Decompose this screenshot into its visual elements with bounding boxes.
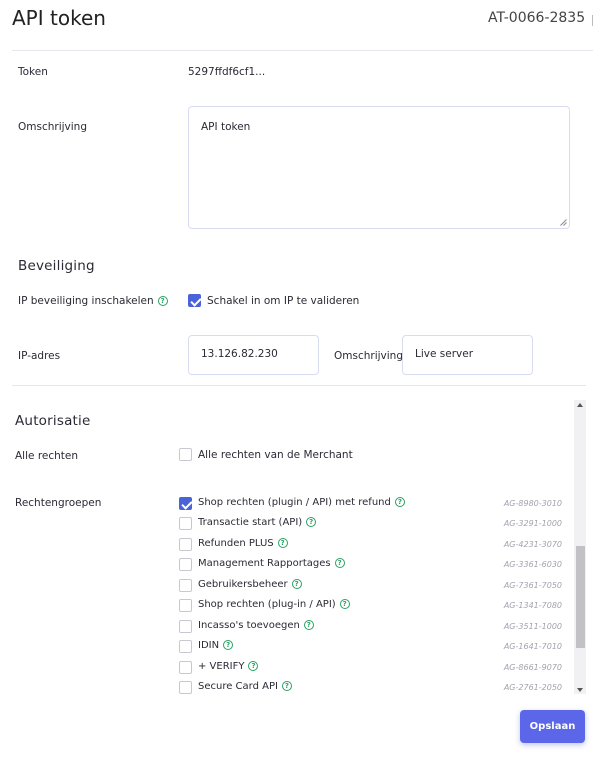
permission-row-verify[interactable]: + VERIFY? AG-8661-9070 [179, 660, 564, 676]
permission-row-user-management[interactable]: Gebruikersbeheer? AG-7361-7050 [179, 578, 564, 594]
question-circle-icon[interactable]: ? [339, 599, 350, 609]
permission-label-text: Refunden PLUS [198, 538, 274, 549]
question-circle-icon[interactable]: ? [334, 558, 345, 568]
permission-label: Shop rechten (plugin / API) met refund? [198, 497, 405, 508]
permission-label: Gebruikersbeheer? [198, 579, 302, 590]
permission-row-direct-debit[interactable]: Incasso's toevoegen? AG-3511-1000 [179, 619, 564, 635]
permission-row-secure-card-api[interactable]: Secure Card API? AG-2761-2050 [179, 680, 564, 696]
permission-label-text: Shop rechten (plug-in / API) [198, 599, 336, 610]
permission-checkbox[interactable] [179, 558, 192, 571]
save-button[interactable]: Opslaan [520, 710, 585, 743]
all-rights-checkbox-label[interactable]: Alle rechten van de Merchant [198, 449, 353, 461]
permission-code: AG-2761-2050 [503, 683, 562, 692]
permission-label: Secure Card API? [198, 681, 292, 692]
scroll-down-arrow-icon[interactable] [577, 688, 583, 692]
security-heading: Beveiliging [18, 258, 95, 274]
permission-code: AG-8980-3010 [503, 499, 562, 508]
permission-row-idin[interactable]: IDIN? AG-1641-7010 [179, 639, 564, 655]
permission-groups-label: Rechtengroepen [15, 497, 102, 509]
permission-label-text: Management Rapportages [198, 558, 331, 569]
permission-label-text: Incasso's toevoegen [198, 620, 300, 631]
permission-label: Management Rapportages? [198, 558, 345, 569]
permission-label: Transactie start (API)? [198, 517, 317, 528]
question-circle-icon[interactable]: ? [303, 620, 314, 630]
header-edge-divider [592, 15, 595, 26]
description-label: Omschrijving [18, 121, 87, 133]
permission-checkbox[interactable] [179, 620, 192, 633]
all-rights-checkbox[interactable] [179, 448, 192, 461]
permission-checkbox[interactable] [179, 579, 192, 592]
permission-checkbox[interactable] [179, 599, 192, 612]
question-circle-icon[interactable]: ? [291, 579, 302, 589]
question-circle-icon[interactable]: ? [248, 661, 259, 671]
permission-checkbox[interactable] [179, 538, 192, 551]
permission-label-text: Secure Card API [198, 681, 278, 692]
ip-description-input[interactable]: Live server [402, 335, 533, 375]
question-circle-icon[interactable]: ? [223, 640, 234, 650]
permission-code: AG-4231-3070 [503, 540, 562, 549]
permission-code: AG-3361-6030 [503, 560, 562, 569]
ip-description-label: Omschrijving [334, 350, 403, 362]
ip-enable-label-text: IP beveiliging inschakelen [18, 295, 154, 307]
permission-row-shop-rights[interactable]: Shop rechten (plug-in / API)? AG-1341-70… [179, 598, 564, 614]
description-textarea[interactable]: API token [188, 106, 570, 229]
token-id: AT-0066-2835 [488, 10, 586, 26]
permission-checkbox[interactable] [179, 661, 192, 674]
question-circle-icon[interactable]: ? [157, 296, 168, 306]
ip-address-input[interactable]: 13.126.82.230 [188, 335, 319, 375]
all-rights-label: Alle rechten [15, 450, 79, 462]
header-divider [12, 50, 593, 51]
permission-code: AG-8661-9070 [503, 663, 562, 672]
ip-enable-checkbox-label[interactable]: Schakel in om IP te valideren [207, 295, 359, 307]
permission-checkbox[interactable] [179, 640, 192, 653]
permission-label: + VERIFY? [198, 661, 259, 672]
description-text: API token [201, 121, 251, 133]
permission-row-transaction-start[interactable]: Transactie start (API)? AG-3291-1000 [179, 516, 564, 532]
permission-code: AG-3291-1000 [503, 519, 562, 528]
permission-checkbox[interactable] [179, 681, 192, 694]
question-circle-icon[interactable]: ? [281, 681, 292, 691]
token-value: 5297ffdf6cf1... [188, 66, 266, 78]
ip-enable-checkbox[interactable] [188, 294, 201, 307]
token-label: Token [18, 66, 48, 78]
question-circle-icon[interactable]: ? [394, 497, 405, 507]
permission-code: AG-3511-1000 [503, 622, 562, 631]
permission-checkbox[interactable] [179, 517, 192, 530]
permission-row-management-reports[interactable]: Management Rapportages? AG-3361-6030 [179, 557, 564, 573]
permission-code: AG-1641-7010 [503, 642, 562, 651]
permission-label-text: Shop rechten (plugin / API) met refund [198, 497, 391, 508]
permission-code: AG-7361-7050 [503, 581, 562, 590]
scroll-up-arrow-icon[interactable] [577, 403, 583, 407]
permission-row-refunds-plus[interactable]: Refunden PLUS? AG-4231-3070 [179, 537, 564, 553]
permission-label: Shop rechten (plug-in / API)? [198, 599, 350, 610]
permission-label: IDIN? [198, 640, 234, 651]
permission-label-text: Transactie start (API) [198, 517, 303, 528]
permission-label-text: IDIN [198, 640, 220, 651]
permission-label-text: + VERIFY [198, 661, 245, 672]
permission-code: AG-1341-7080 [503, 601, 562, 610]
ip-address-label: IP-adres [18, 350, 61, 362]
question-circle-icon[interactable]: ? [277, 538, 288, 548]
page-title: API token [12, 6, 106, 30]
permission-label: Refunden PLUS? [198, 538, 288, 549]
scrollbar-thumb[interactable] [576, 546, 585, 648]
section-divider [12, 385, 586, 386]
authorization-heading: Autorisatie [15, 413, 91, 429]
permission-label-text: Gebruikersbeheer [198, 579, 288, 590]
question-circle-icon[interactable]: ? [306, 517, 317, 527]
permission-checkbox[interactable] [179, 497, 192, 510]
resize-grip-icon[interactable] [560, 219, 567, 226]
ip-enable-label: IP beveiliging inschakelen? [18, 295, 168, 307]
permission-row-shop-rights-refund[interactable]: Shop rechten (plugin / API) met refund? … [179, 496, 564, 512]
permission-label: Incasso's toevoegen? [198, 620, 314, 631]
